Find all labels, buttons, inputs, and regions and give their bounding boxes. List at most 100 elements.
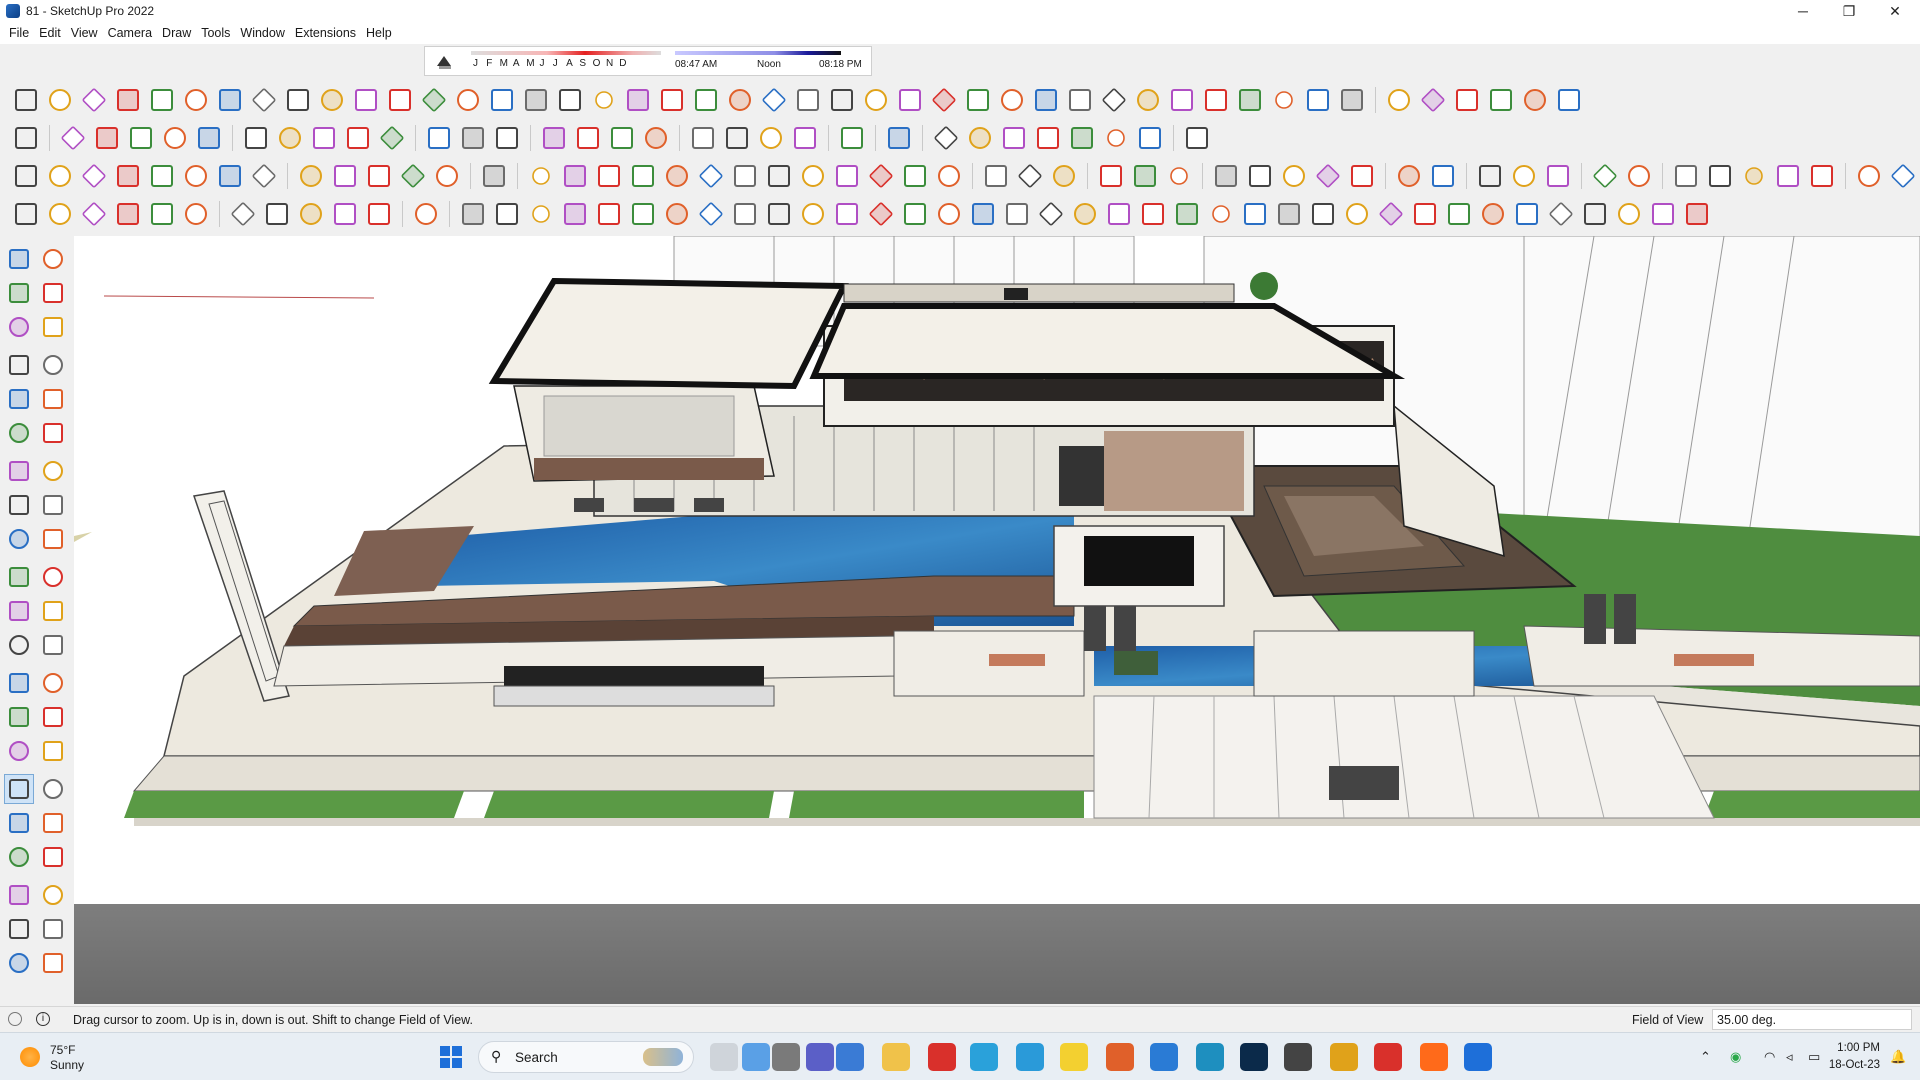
previous-tool-button[interactable] xyxy=(38,808,68,838)
sandbox-from-contours-button[interactable] xyxy=(282,84,314,116)
select-tool-button[interactable] xyxy=(4,244,34,274)
section-cut-tool-button[interactable] xyxy=(38,914,68,944)
material-browser-button[interactable] xyxy=(410,198,442,230)
offset-button[interactable] xyxy=(180,84,212,116)
3d-text-button[interactable] xyxy=(627,160,659,192)
windows-start-icon[interactable] xyxy=(440,1046,462,1068)
previous-button[interactable] xyxy=(836,122,868,154)
cube-blue-2-button[interactable] xyxy=(491,198,523,230)
sketchup-taskbar-icon[interactable] xyxy=(1464,1043,1492,1071)
teams-taskbar-icon[interactable] xyxy=(806,1043,834,1071)
section-fill-tool-button[interactable] xyxy=(4,914,34,944)
move-red-2-button[interactable] xyxy=(899,198,931,230)
menu-tools[interactable]: Tools xyxy=(196,26,235,40)
light-button[interactable] xyxy=(1738,160,1770,192)
shell-button[interactable] xyxy=(656,84,688,116)
camera-2-button[interactable] xyxy=(1772,160,1804,192)
menu-file[interactable]: File xyxy=(4,26,34,40)
scale-orange-button[interactable] xyxy=(1066,122,1098,154)
box-brown-button[interactable] xyxy=(797,198,829,230)
rotate-red-button[interactable] xyxy=(998,122,1030,154)
orbit-2-button[interactable] xyxy=(1346,160,1378,192)
minimize-button[interactable]: ─ xyxy=(1780,0,1826,22)
flip-edge-button[interactable] xyxy=(486,84,518,116)
section-show-tool-button[interactable] xyxy=(4,948,34,978)
shadow-button[interactable] xyxy=(1474,160,1506,192)
file-explorer-taskbar-icon[interactable] xyxy=(882,1043,910,1071)
grid-4-button[interactable] xyxy=(1681,198,1713,230)
profile-button[interactable] xyxy=(520,84,552,116)
xray-2-button[interactable] xyxy=(261,198,293,230)
cutter-button[interactable] xyxy=(1302,84,1334,116)
taskbar-search-box[interactable]: ⚲ Search xyxy=(478,1041,694,1073)
push-pull-tool-button[interactable] xyxy=(38,524,68,554)
solid-union-button[interactable] xyxy=(10,198,42,230)
circle-tool-button[interactable] xyxy=(4,418,34,448)
arc-3-tool-button[interactable] xyxy=(38,490,68,520)
wireframe-2-button[interactable] xyxy=(329,198,361,230)
round-corner-button[interactable] xyxy=(962,84,994,116)
curviloft-button[interactable] xyxy=(588,84,620,116)
scale-tool-button[interactable] xyxy=(4,596,34,626)
back-button[interactable] xyxy=(180,160,212,192)
close-button[interactable]: ✕ xyxy=(1872,0,1918,22)
fill-button[interactable] xyxy=(1477,198,1509,230)
protractor-tool-button[interactable] xyxy=(4,668,34,698)
skin-button[interactable] xyxy=(1132,84,1164,116)
loft-button[interactable] xyxy=(1030,84,1062,116)
paint-button[interactable] xyxy=(91,122,123,154)
section-plane-button[interactable] xyxy=(1095,160,1127,192)
rectangle-tool-button[interactable] xyxy=(4,384,34,414)
pipe-2-button[interactable] xyxy=(1341,198,1373,230)
pie-tool-button[interactable] xyxy=(38,456,68,486)
hidden-line-button[interactable] xyxy=(363,160,395,192)
photo-button[interactable] xyxy=(1806,160,1838,192)
arc-button[interactable] xyxy=(78,84,110,116)
layers-button[interactable] xyxy=(721,122,753,154)
photoshop-taskbar-icon[interactable] xyxy=(1240,1043,1268,1071)
zoom-window-tool-button[interactable] xyxy=(38,774,68,804)
3d-model-scene[interactable] xyxy=(74,236,1920,1004)
contour-button[interactable] xyxy=(554,84,586,116)
join-button[interactable] xyxy=(724,84,756,116)
cube-blue-button[interactable] xyxy=(457,198,489,230)
maximize-button[interactable]: ❐ xyxy=(1826,0,1872,22)
align-magenta-button[interactable] xyxy=(1134,122,1166,154)
smoove-button[interactable] xyxy=(350,84,382,116)
rotate-button[interactable] xyxy=(342,122,374,154)
tape-measure-tool-button[interactable] xyxy=(4,630,34,660)
scene-2-button[interactable] xyxy=(1427,160,1459,192)
frame-button[interactable] xyxy=(763,198,795,230)
menu-camera[interactable]: Camera xyxy=(103,26,157,40)
section-button[interactable] xyxy=(687,122,719,154)
grid-2-button[interactable] xyxy=(1545,198,1577,230)
move-green-button[interactable] xyxy=(933,198,965,230)
tape-measure-button[interactable] xyxy=(423,122,455,154)
mirror-button[interactable] xyxy=(1234,84,1266,116)
axes-tool-button[interactable] xyxy=(4,702,34,732)
camera-button[interactable] xyxy=(789,122,821,154)
close-button[interactable] xyxy=(1613,198,1645,230)
shadow-toggle-icon[interactable] xyxy=(435,54,453,70)
ring-button[interactable] xyxy=(695,160,727,192)
select-button[interactable] xyxy=(57,122,89,154)
sandbox-from-scratch-button[interactable] xyxy=(316,84,348,116)
orbit-2-tool-button[interactable] xyxy=(4,736,34,766)
calendar-taskbar-icon[interactable] xyxy=(836,1043,864,1071)
tag-button[interactable] xyxy=(478,160,510,192)
rect-red-button[interactable] xyxy=(729,198,761,230)
position-camera-tool-button[interactable] xyxy=(4,842,34,872)
follow-me-2-button[interactable] xyxy=(274,122,306,154)
menu-help[interactable]: Help xyxy=(361,26,397,40)
lasso-button[interactable] xyxy=(1103,198,1135,230)
tray-chevron-icon[interactable]: ⌃ xyxy=(1700,1049,1716,1065)
freehand-button[interactable] xyxy=(44,84,76,116)
dome-button[interactable] xyxy=(860,84,892,116)
notification-icon[interactable]: 🔔 xyxy=(1890,1049,1906,1065)
poly-button[interactable] xyxy=(763,160,795,192)
triangle-button[interactable] xyxy=(1069,198,1101,230)
cube-button[interactable] xyxy=(930,122,962,154)
tube-button[interactable] xyxy=(1336,84,1368,116)
loop-button[interactable] xyxy=(661,160,693,192)
soundcloud-taskbar-icon[interactable] xyxy=(1420,1043,1448,1071)
